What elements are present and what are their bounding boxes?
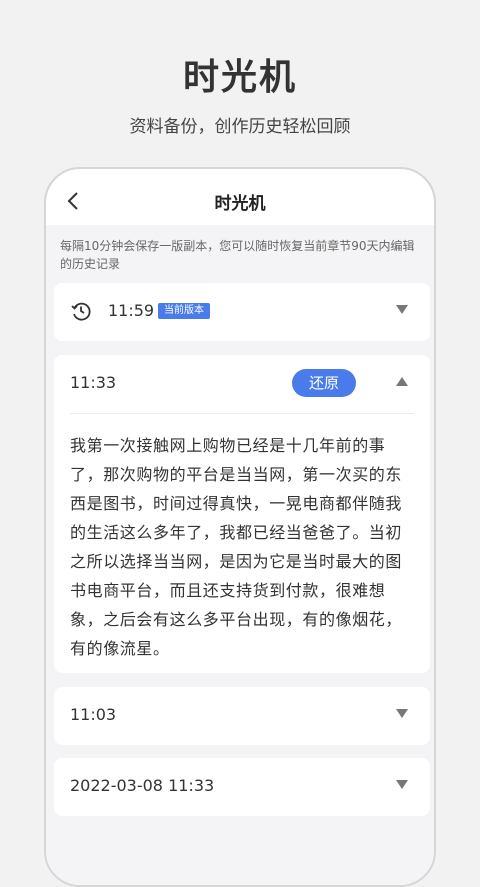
chevron-down-icon[interactable] — [396, 780, 408, 790]
version-time: 11:03 — [70, 705, 117, 724]
chevron-down-icon[interactable] — [396, 305, 408, 315]
divider — [70, 413, 414, 414]
version-row[interactable]: 2022-03-08 11:33 — [54, 758, 430, 816]
version-time: 2022-03-08 11:33 — [70, 776, 215, 795]
chevron-up-icon[interactable] — [396, 377, 408, 387]
version-item-expanded: 11:33 还原 我第一次接触网上购物已经是十几年前的事了，那次购物的平台是当当… — [54, 355, 430, 673]
version-time: 11:59 — [108, 301, 155, 320]
phone-frame: 时光机 每隔10分钟会保存一版副本，您可以随时恢复当前章节90天内编辑的历史记录… — [44, 167, 436, 887]
promo-title: 时光机 — [182, 57, 297, 98]
restore-button[interactable]: 还原 — [292, 369, 356, 397]
current-version-badge: 当前版本 — [158, 303, 210, 319]
chevron-down-icon[interactable] — [396, 709, 408, 719]
version-item[interactable]: 2022-03-08 11:33 — [54, 758, 430, 816]
version-row[interactable]: 11:33 还原 — [54, 355, 430, 413]
promo-subtitle: 资料备份，创作历史轻松回顾 — [129, 117, 351, 137]
notice-text: 每隔10分钟会保存一版副本，您可以随时恢复当前章节90天内编辑的历史记录 — [60, 239, 415, 271]
app-header: 时光机 — [46, 169, 434, 233]
version-item[interactable]: 11:03 — [54, 687, 430, 745]
version-item-current[interactable]: 11:59 当前版本 — [54, 283, 430, 341]
version-row[interactable]: 11:03 — [54, 687, 430, 745]
version-content: 我第一次接触网上购物已经是十几年前的事了，那次购物的平台是当当网，第一次买的东西… — [70, 436, 403, 658]
content-area: 每隔10分钟会保存一版副本，您可以随时恢复当前章节90天内编辑的历史记录 11:… — [46, 225, 434, 885]
history-icon — [71, 302, 91, 321]
version-row[interactable]: 11:59 当前版本 — [54, 283, 430, 341]
version-time: 11:33 — [70, 373, 117, 392]
page-title: 时光机 — [214, 194, 266, 214]
